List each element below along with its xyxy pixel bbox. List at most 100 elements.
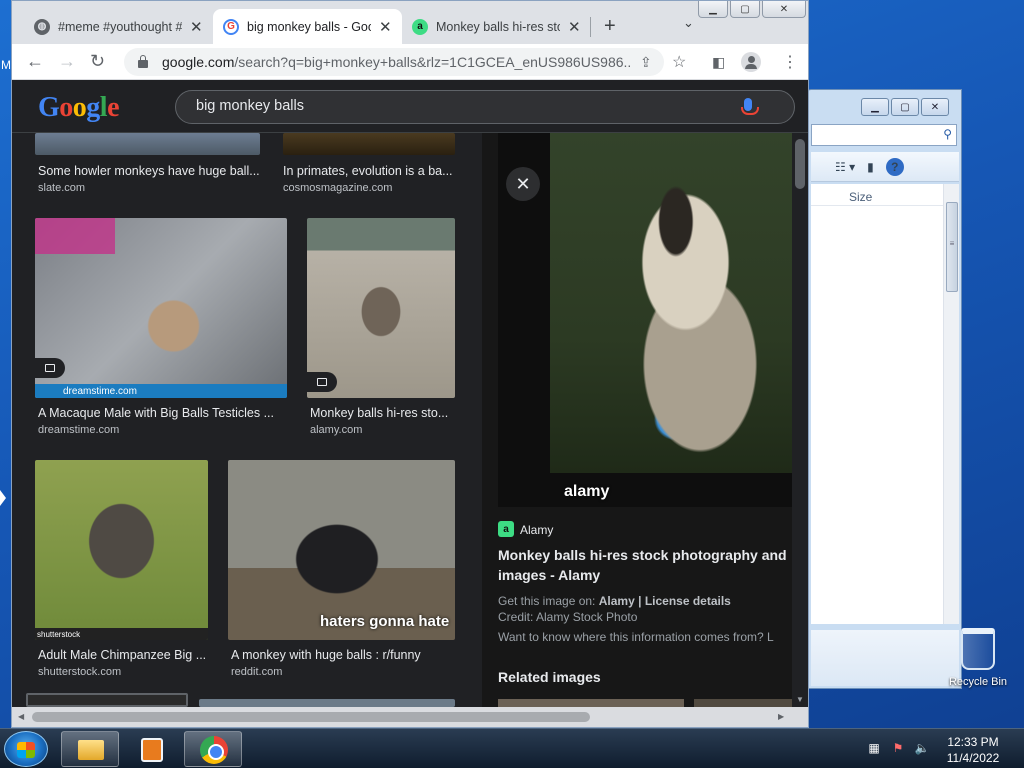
result-caption-4[interactable]: Monkey balls hi-res sto...	[310, 406, 456, 420]
related-image-2[interactable]	[694, 699, 792, 707]
license-details-link[interactable]: License details	[645, 594, 731, 608]
profile-avatar-icon[interactable]	[741, 52, 761, 72]
action-center-icon[interactable]: ⚑	[890, 741, 906, 757]
result-image-5[interactable]: shutterstock	[35, 460, 208, 640]
result-image-3[interactable]: dreamstime.com	[35, 218, 287, 398]
explorer-scroll-thumb[interactable]: ≡	[946, 202, 958, 292]
preview-title[interactable]: Monkey balls hi-res stock photography an…	[498, 545, 792, 585]
chrome-icon	[200, 736, 228, 764]
system-tray: ▦ ⚑ 🔈	[866, 741, 930, 757]
info-source-link[interactable]: Want to know where this information come…	[498, 630, 774, 644]
result-caption-2[interactable]: In primates, evolution is a ba...	[283, 164, 455, 178]
taskbar-explorer-button[interactable]	[61, 731, 119, 767]
result-image-6[interactable]: haters gonna hate	[228, 460, 455, 640]
explorer-scrollbar[interactable]: ≡	[943, 184, 959, 624]
recycle-bin-label: Recycle Bin	[948, 676, 1008, 688]
google-logo[interactable]: Google	[38, 92, 119, 124]
tab-alamy[interactable]: a Monkey balls hi-res sto ✕	[402, 9, 591, 44]
explorer-toolbar: ☷ ▾ ▮ ?	[811, 152, 959, 182]
reload-icon[interactable]: ↻	[90, 51, 105, 72]
google-header: Google big monkey balls	[12, 81, 808, 133]
scroll-left-arrow-icon[interactable]: ◀	[18, 712, 24, 721]
address-bar[interactable]: google.com/search?q=big+monkey+balls&rlz…	[124, 48, 664, 76]
explorer-file-list[interactable]: Size ≡	[811, 184, 959, 624]
scroll-right-arrow-icon[interactable]: ▶	[778, 712, 784, 721]
vertical-scroll-thumb[interactable]	[795, 139, 805, 189]
preview-site-name[interactable]: Alamy	[520, 523, 553, 537]
explorer-close-button[interactable]: ✕	[921, 98, 949, 116]
taskbar: ▦ ⚑ 🔈 12:33 PM 11/4/2022	[0, 728, 1024, 768]
search-input[interactable]: big monkey balls	[175, 90, 795, 124]
help-icon[interactable]: ?	[885, 157, 904, 176]
scroll-down-arrow-icon[interactable]: ▼	[796, 695, 804, 704]
new-tab-button[interactable]: +	[604, 15, 616, 38]
start-button[interactable]	[4, 731, 48, 767]
taskbar-chrome-button[interactable]	[184, 731, 242, 767]
tab-title: big monkey balls - Goo	[247, 19, 371, 34]
close-preview-button[interactable]: ✕	[506, 167, 540, 201]
tab-meme[interactable]: ◍ #meme #youthought # ✕	[24, 9, 213, 44]
lock-icon	[138, 54, 148, 68]
result-image-2[interactable]	[283, 133, 455, 155]
recycle-bin[interactable]: Recycle Bin	[945, 628, 1011, 688]
result-caption-1[interactable]: Some howler monkeys have huge ball...	[38, 164, 260, 178]
search-icon: ⚲	[943, 127, 952, 141]
meme-caption-text: haters gonna hate	[320, 613, 450, 630]
clock-date: 11/4/2022	[946, 751, 1000, 765]
credit-line: Credit: Alamy Stock Photo	[498, 610, 638, 624]
share-icon[interactable]: ⇪	[640, 54, 652, 71]
desktop-partial-label: M	[1, 58, 11, 72]
preview-pane-icon[interactable]: ▮	[867, 160, 874, 174]
media-player-icon	[141, 738, 163, 762]
close-button[interactable]: ✕	[762, 1, 806, 18]
forward-arrow-icon[interactable]: →	[58, 51, 76, 72]
horizontal-scroll-thumb[interactable]	[32, 712, 590, 722]
result-image-4[interactable]	[307, 218, 455, 398]
side-panel-icon[interactable]: ◧	[712, 54, 725, 71]
related-image-1[interactable]	[498, 699, 684, 707]
volume-icon[interactable]: 🔈	[914, 741, 930, 757]
result-caption-6[interactable]: A monkey with huge balls : r/funny	[231, 648, 455, 662]
close-icon[interactable]: ✕	[379, 18, 392, 36]
back-arrow-icon[interactable]: ←	[26, 51, 44, 72]
get-image-site-link[interactable]: Alamy	[599, 594, 635, 608]
taskbar-clock[interactable]: 12:33 PM 11/4/2022	[940, 734, 1006, 766]
monkey-photo	[550, 133, 792, 473]
url-host: google.com	[162, 54, 235, 70]
result-caption-5[interactable]: Adult Male Chimpanzee Big ...	[38, 648, 208, 662]
tab-search-button[interactable]: ⌄	[683, 15, 694, 31]
close-icon[interactable]: ✕	[568, 18, 581, 36]
taskbar-media-player-button[interactable]	[122, 731, 180, 767]
explorer-window[interactable]: ▁ ▢ ✕ ⚲ ☷ ▾ ▮ ? Size ≡	[806, 89, 962, 689]
result-image-1[interactable]	[35, 133, 260, 155]
menu-dots-icon[interactable]: ⋮	[782, 52, 798, 72]
close-icon[interactable]: ✕	[190, 18, 203, 36]
vertical-scrollbar[interactable]: ▼	[792, 133, 808, 707]
result-source-4: alamy.com	[310, 424, 363, 436]
minimize-button[interactable]: ▁	[698, 1, 728, 18]
preview-image[interactable]: alamy	[498, 133, 792, 507]
horizontal-scrollbar[interactable]: ◀ ▶	[12, 707, 808, 727]
browser-toolbar: ← → ↻ google.com/search?q=big+monkey+bal…	[12, 44, 808, 80]
image-badge-icon	[307, 372, 337, 392]
microphone-icon[interactable]	[741, 98, 759, 115]
page-content: Google big monkey balls Some howler monk…	[12, 81, 808, 707]
result-image-7[interactable]	[26, 693, 188, 707]
result-caption-3[interactable]: A Macaque Male with Big Balls Testicles …	[38, 406, 286, 420]
tab-google-search[interactable]: G big monkey balls - Goo ✕	[213, 9, 402, 44]
result-source-2: cosmosmagazine.com	[283, 182, 393, 194]
explorer-minimize-button[interactable]: ▁	[861, 98, 889, 116]
chrome-window[interactable]: ◍ #meme #youthought # ✕ G big monkey bal…	[11, 0, 809, 728]
clock-time: 12:33 PM	[947, 735, 999, 749]
explorer-search-box[interactable]: ⚲	[811, 124, 957, 146]
image-badge-icon	[35, 358, 65, 378]
maximize-button[interactable]: ▢	[730, 1, 760, 18]
view-options-icon[interactable]: ☷ ▾	[835, 160, 855, 174]
explorer-details-pane	[811, 630, 959, 686]
star-icon[interactable]: ☆	[672, 52, 686, 72]
column-header-size[interactable]: Size	[811, 184, 959, 206]
network-icon[interactable]: ▦	[866, 741, 882, 757]
explorer-maximize-button[interactable]: ▢	[891, 98, 919, 116]
result-image-8[interactable]	[199, 699, 455, 707]
image-preview-panel: alamy ✕ a Alamy Monkey balls hi-res stoc…	[482, 133, 792, 707]
